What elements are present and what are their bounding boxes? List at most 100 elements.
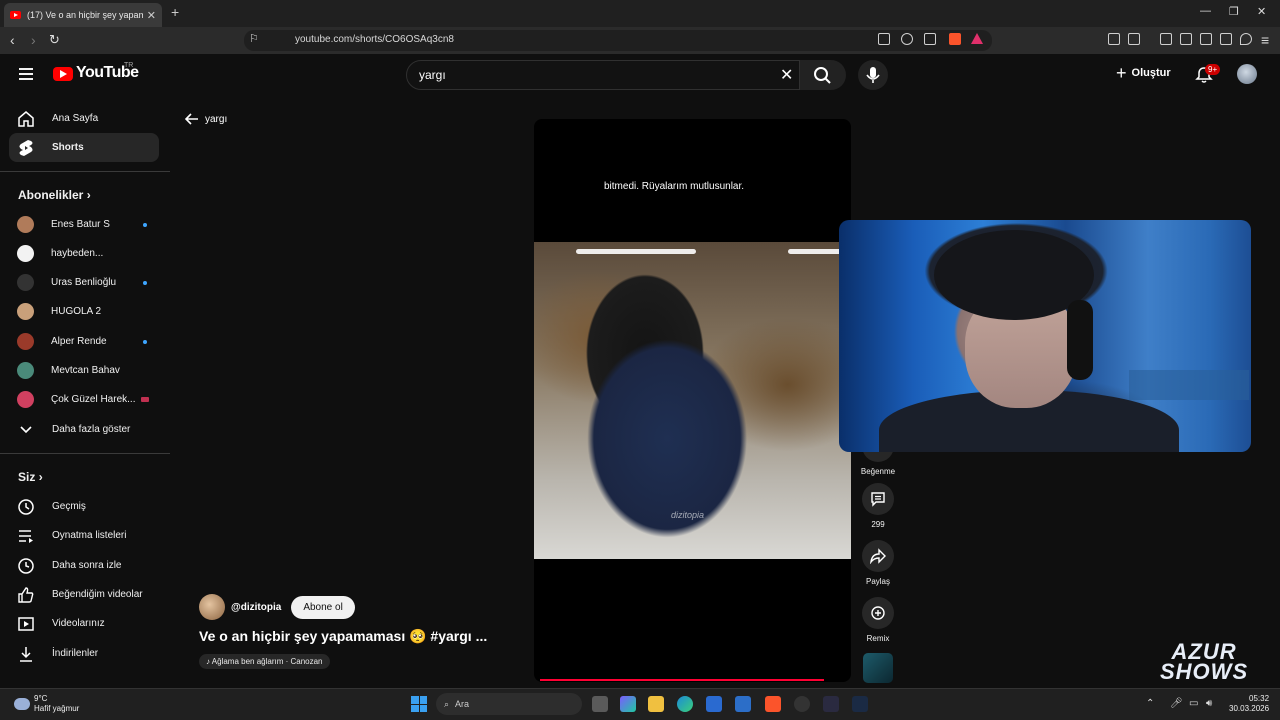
chevron-right-icon: › — [86, 188, 91, 202]
brave-icon[interactable] — [765, 696, 781, 712]
taskbar-search[interactable]: ⌕ Ara — [436, 693, 582, 715]
create-label: Oluştur — [1131, 67, 1171, 79]
video-caption: bitmedi. Rüyalarım mutlusunlar. — [604, 181, 745, 192]
window-close-button[interactable]: ✕ — [1257, 5, 1266, 18]
vpn-icon[interactable] — [1240, 33, 1252, 45]
extensions-icon[interactable] — [1108, 33, 1120, 45]
sidebar-toggle-icon[interactable] — [1180, 33, 1192, 45]
sidebar-item-subscription[interactable]: Uras Benlioğlu — [9, 268, 159, 297]
sidebar-item-label: Geçmiş — [52, 501, 86, 512]
sidebar-item-subscription[interactable]: Çok Güzel Harek... — [9, 385, 159, 414]
sidebar-item-label: Shorts — [52, 142, 84, 153]
menu-icon[interactable]: ≡ — [1261, 32, 1269, 48]
sound-thumbnail[interactable] — [863, 653, 893, 683]
share-page-icon[interactable] — [924, 33, 936, 45]
start-button-icon[interactable] — [411, 696, 427, 712]
channel-handle[interactable]: @dizitopia — [231, 602, 281, 613]
chatgpt-icon[interactable] — [794, 696, 810, 712]
steam-icon[interactable] — [852, 696, 868, 712]
file-explorer-icon[interactable] — [648, 696, 664, 712]
share-action[interactable]: Paylaş — [858, 540, 898, 586]
brave-rewards-icon[interactable] — [971, 33, 983, 44]
brave-shields-icon[interactable] — [949, 33, 961, 45]
sidebar-item-downloads[interactable]: İndirilenler — [9, 639, 159, 668]
search-box[interactable] — [406, 60, 800, 90]
volume-icon[interactable]: 🔊︎ — [1206, 698, 1212, 709]
sidebar-item-label: Daha fazla göster — [52, 424, 131, 435]
search-input[interactable]: yargı — [419, 68, 446, 82]
forward-arrow-icon[interactable]: › — [31, 32, 36, 48]
system-clock[interactable]: 05:32 30.03.2026 — [1229, 694, 1269, 714]
subscriptions-heading[interactable]: Abonelikler › — [18, 188, 91, 202]
sidebar-item-home[interactable]: Ana Sayfa — [9, 104, 159, 133]
sidebar-item-watch-later[interactable]: Daha sonra izle — [9, 551, 159, 580]
video-watermark: dizitopia — [671, 510, 705, 520]
remix-action[interactable]: Remix — [858, 597, 898, 643]
bookmark-icon[interactable]: ⚐ — [249, 32, 259, 45]
minimize-button[interactable]: — — [1200, 5, 1211, 17]
voice-search-button[interactable] — [858, 60, 888, 90]
remix-icon[interactable] — [862, 597, 894, 629]
browser-tab[interactable]: (17) Ve o an hiçbir şey yapamama ✕ — [4, 3, 162, 27]
maximize-button[interactable]: ❐ — [1229, 5, 1239, 18]
zoom-icon[interactable] — [901, 33, 913, 45]
url-text[interactable]: youtube.com/shorts/CO6OSAq3cn8 — [295, 34, 454, 45]
create-button[interactable]: + Oluştur — [1116, 64, 1171, 82]
hamburger-menu-icon[interactable] — [19, 68, 33, 80]
task-view-icon[interactable] — [592, 696, 608, 712]
reload-icon[interactable]: ↻ — [49, 32, 60, 48]
video-progress-bar[interactable] — [540, 679, 824, 681]
network-icon[interactable]: ▭ — [1189, 698, 1198, 709]
sidebar-item-subscription[interactable]: haybeden... — [9, 239, 159, 268]
account-avatar[interactable] — [1237, 64, 1257, 84]
new-content-dot — [143, 339, 147, 344]
leo-ai-icon[interactable] — [1220, 33, 1232, 45]
sidebar-item-subscription[interactable]: Enes Batur S — [9, 210, 159, 239]
edge-icon[interactable] — [677, 696, 693, 712]
sidebar-item-subscription[interactable]: HUGOLA 2 — [9, 297, 159, 326]
screenshot-icon[interactable] — [1128, 33, 1140, 45]
sidebar-item-playlists[interactable]: Oynatma listeleri — [9, 521, 159, 550]
back-arrow-icon[interactable]: ‹ — [10, 32, 15, 48]
cast-icon[interactable] — [878, 33, 890, 45]
sidebar-item-label: Daha sonra izle — [52, 560, 122, 571]
channel-name: Enes Batur S — [51, 219, 110, 230]
video-frame[interactable]: dizitopia — [534, 242, 851, 559]
comments-action[interactable]: 299 — [858, 483, 898, 529]
you-heading[interactable]: Siz › — [18, 470, 43, 484]
app-icon[interactable] — [823, 696, 839, 712]
back-to-search-link[interactable]: yargı — [185, 113, 227, 125]
search-button[interactable] — [800, 60, 846, 90]
temperature: 9°C — [34, 694, 48, 703]
video-title[interactable]: Ve o an hiçbir şey yapamaması 🥺 #yargı .… — [199, 628, 487, 645]
sidebar-divider — [0, 453, 170, 454]
music-pill[interactable]: ♪ Ağlama ben ağlarım · Canozan — [199, 654, 330, 669]
comment-icon[interactable] — [862, 483, 894, 515]
sidebar-divider — [0, 171, 170, 172]
sidebar-item-show-more[interactable]: Daha fazla göster — [9, 415, 159, 444]
microphone-tray-icon[interactable]: 🎤︎ — [1170, 698, 1183, 709]
clear-search-icon[interactable]: ✕ — [780, 65, 793, 85]
sidebar-item-liked[interactable]: Beğendiğim videolar — [9, 580, 159, 609]
media-icon[interactable] — [1160, 33, 1172, 45]
share-icon[interactable] — [862, 540, 894, 572]
sidebar-item-your-videos[interactable]: Videolarınız — [9, 609, 159, 638]
short-video-player[interactable]: bitmedi. Rüyalarım mutlusunlar. dizitopi… — [534, 119, 851, 682]
channel-avatar[interactable] — [199, 594, 225, 620]
show-hidden-icons[interactable]: ⌃ — [1146, 698, 1154, 709]
sidebar-item-subscription[interactable]: Alper Rende — [9, 327, 159, 356]
sidebar-item-history[interactable]: Geçmiş — [9, 492, 159, 521]
mail-icon[interactable] — [735, 696, 751, 712]
new-tab-button[interactable]: + — [171, 4, 179, 20]
youtube-logo-icon[interactable] — [53, 67, 73, 81]
copilot-icon[interactable] — [620, 696, 636, 712]
sidebar-item-subscription[interactable]: Mevtcan Bahav — [9, 356, 159, 385]
subscribe-button[interactable]: Abone ol — [291, 595, 355, 619]
store-icon[interactable] — [706, 696, 722, 712]
wallet-icon[interactable] — [1200, 33, 1212, 45]
tab-close-icon[interactable]: ✕ — [147, 9, 156, 22]
weather-widget[interactable]: 9°C Hafif yağmur — [14, 694, 79, 714]
new-content-dot — [143, 280, 147, 285]
sidebar-item-shorts[interactable]: Shorts — [9, 133, 159, 162]
sidebar-item-label: Ana Sayfa — [52, 113, 99, 124]
